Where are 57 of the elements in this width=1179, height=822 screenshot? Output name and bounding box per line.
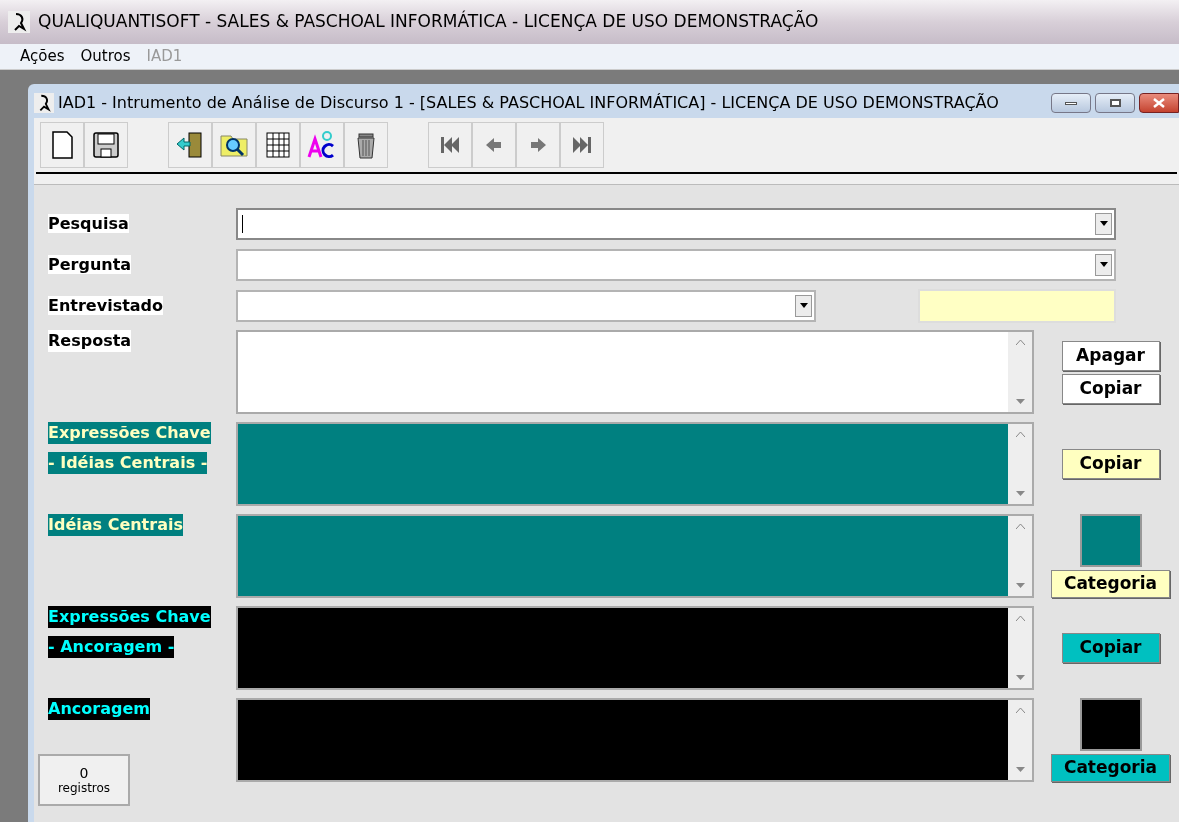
scrollbar[interactable] — [1008, 332, 1032, 412]
scroll-down-icon[interactable] — [1015, 399, 1025, 404]
scroll-up-icon[interactable] — [1015, 524, 1025, 529]
scroll-down-icon[interactable] — [1015, 491, 1025, 496]
scrollbar[interactable] — [1008, 700, 1032, 780]
field-label: Entrevistado — [48, 295, 164, 315]
scroll-up-icon[interactable] — [1015, 616, 1025, 621]
maximize-button[interactable] — [1095, 93, 1135, 113]
text-area[interactable] — [236, 698, 1034, 782]
record-count: 0 — [79, 765, 89, 781]
door-exit-icon — [175, 130, 205, 160]
scroll-down-icon[interactable] — [1015, 675, 1025, 680]
minimize-button[interactable] — [1051, 93, 1091, 113]
section-label: Expressões Chave — [48, 422, 211, 444]
text-area[interactable] — [236, 606, 1034, 690]
scroll-down-icon[interactable] — [1015, 583, 1025, 588]
scroll-down-icon[interactable] — [1015, 767, 1025, 772]
window-title: IAD1 - Intrumento de Análise de Discurso 1 - [SALES & PASCHOAL INFORMÁTICA] - LICENÇA DE USO DEMONSTRAÇÃO — [58, 92, 1000, 114]
section-label: Resposta — [48, 330, 132, 352]
scroll-up-icon[interactable] — [1015, 708, 1025, 713]
section-label: - Ancoragem - — [48, 636, 175, 658]
dropdown-field[interactable] — [236, 207, 1116, 240]
info-field[interactable] — [918, 288, 1116, 323]
menu-item[interactable]: Outros — [80, 45, 131, 68]
action-button[interactable]: Copiar — [1061, 449, 1160, 479]
toolbar-button[interactable] — [168, 122, 212, 168]
action-button[interactable]: Copiar — [1061, 373, 1160, 404]
app-title: QUALIQUANTISOFT - SALES & PASCHOAL INFORMÁTICA - LICENÇA DE USO DEMONSTRAÇÃO — [38, 9, 819, 34]
app-logo-icon — [8, 11, 30, 33]
toolbar-button[interactable] — [212, 122, 256, 168]
section-label: Expressões Chave — [48, 606, 211, 628]
action-button[interactable]: Categoria — [1050, 753, 1171, 782]
scrollbar[interactable] — [1008, 424, 1032, 504]
toolbar-button[interactable] — [300, 122, 344, 168]
field-label: Pesquisa — [48, 213, 129, 233]
dropdown-field[interactable] — [236, 248, 1116, 281]
app-logo-icon — [34, 93, 54, 113]
toolbar-button[interactable] — [84, 122, 128, 168]
record-label: registros — [57, 781, 111, 795]
section-label: - Idéias Centrais - — [48, 452, 208, 474]
toolbar-button[interactable] — [40, 122, 84, 168]
table-grid-icon — [263, 130, 293, 160]
action-button[interactable]: Categoria — [1050, 569, 1171, 598]
close-button[interactable] — [1139, 93, 1179, 113]
dropdown-field[interactable] — [236, 289, 816, 322]
section-label: Idéias Centrais — [48, 514, 183, 536]
scroll-up-icon[interactable] — [1015, 432, 1025, 437]
toolbar-button[interactable] — [256, 122, 300, 168]
action-button[interactable]: Copiar — [1061, 633, 1160, 663]
field-label: Pergunta — [48, 254, 132, 274]
action-button[interactable]: Apagar — [1061, 340, 1160, 371]
close-icon — [1153, 98, 1165, 108]
section-label: Ancoragem — [48, 698, 150, 720]
menu-item[interactable]: Ações — [20, 45, 65, 68]
scrollbar[interactable] — [1008, 608, 1032, 688]
scrollbar[interactable] — [1008, 516, 1032, 596]
scroll-up-icon[interactable] — [1015, 340, 1025, 345]
